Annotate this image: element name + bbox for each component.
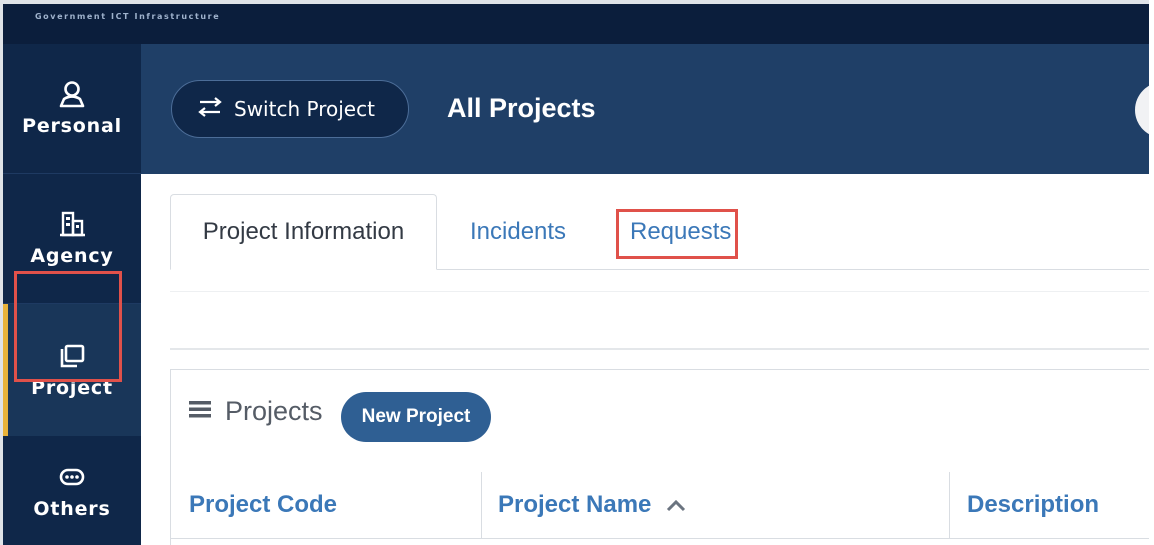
tab-requests[interactable]: Requests bbox=[630, 194, 731, 270]
sidebar-item-project[interactable]: Project bbox=[3, 304, 141, 436]
top-bar: Government ICT Infrastructure bbox=[3, 4, 1149, 44]
section-divider bbox=[170, 348, 1149, 350]
sidebar-item-label: Agency bbox=[30, 245, 114, 267]
column-separator bbox=[949, 472, 950, 538]
switch-project-button[interactable]: Switch Project bbox=[171, 80, 409, 138]
sort-ascending-icon[interactable] bbox=[665, 498, 687, 512]
sidebar-item-personal[interactable]: Personal bbox=[3, 44, 141, 172]
tab-bar: Project Information Incidents Requests bbox=[170, 194, 1149, 292]
tab-incidents[interactable]: Incidents bbox=[470, 194, 566, 270]
building-icon bbox=[57, 209, 87, 239]
column-label: Description bbox=[967, 491, 1100, 518]
window-frame-right bbox=[1149, 0, 1154, 545]
new-project-button[interactable]: New Project bbox=[341, 392, 491, 442]
sidebar-item-label: Others bbox=[33, 498, 111, 520]
sidebar-item-others[interactable]: Others bbox=[3, 436, 141, 545]
tabs-bottom-border bbox=[170, 291, 1149, 292]
tab-project-information[interactable]: Project Information bbox=[170, 194, 437, 270]
sidebar-item-label: Personal bbox=[22, 115, 122, 137]
folders-icon bbox=[57, 341, 87, 371]
active-indicator bbox=[3, 304, 8, 436]
switch-arrows-icon bbox=[196, 96, 224, 123]
column-header-project-code[interactable]: Project Code bbox=[189, 472, 337, 538]
table-header-border bbox=[171, 538, 1150, 539]
brand-text: Government ICT Infrastructure bbox=[35, 12, 221, 21]
column-label: Project Code bbox=[189, 491, 338, 518]
menu-icon[interactable] bbox=[189, 399, 211, 424]
ellipsis-icon bbox=[57, 462, 87, 492]
panel-header: Projects bbox=[189, 396, 323, 427]
switch-project-label: Switch Project bbox=[234, 97, 375, 121]
projects-panel: Projects New Project Project Code Projec… bbox=[170, 369, 1150, 545]
column-separator bbox=[481, 472, 482, 538]
sidebar-item-agency[interactable]: Agency bbox=[3, 174, 141, 302]
page-title: All Projects bbox=[447, 93, 596, 123]
panel-title: Projects bbox=[225, 396, 323, 426]
person-icon bbox=[57, 79, 87, 109]
project-header: Switch Project All Projects bbox=[141, 44, 1154, 174]
column-label: Project Name bbox=[498, 491, 652, 518]
column-header-description[interactable]: Description bbox=[967, 472, 1099, 538]
sidebar-item-label: Project bbox=[31, 377, 113, 399]
column-header-project-name[interactable]: Project Name bbox=[498, 472, 687, 538]
sidebar: Personal Agency Project Others bbox=[3, 44, 141, 545]
